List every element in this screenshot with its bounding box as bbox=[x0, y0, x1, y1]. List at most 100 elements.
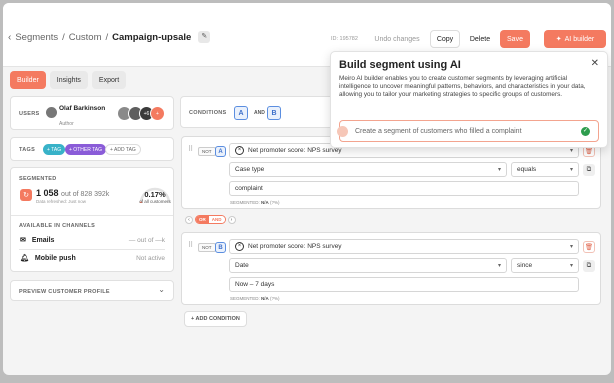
segmented-percent: (?%) bbox=[270, 200, 280, 205]
magic-wand-icon: ✦ bbox=[555, 36, 562, 43]
condition-b: ⠿ NOT B × Net promoter score: NPS survey… bbox=[181, 232, 601, 305]
ai-builder-button[interactable]: ✦ AI builder bbox=[544, 30, 606, 48]
clear-icon[interactable]: × bbox=[235, 146, 244, 155]
tab-builder[interactable]: Builder bbox=[10, 71, 46, 89]
condition-letter[interactable]: A bbox=[234, 106, 248, 120]
attribute-value: Net promoter score: NPS survey bbox=[248, 147, 342, 154]
not-toggle[interactable]: NOT bbox=[198, 243, 216, 252]
edit-title-icon[interactable]: ✎ bbox=[198, 31, 211, 43]
attribute-select[interactable]: × Net promoter score: NPS survey ▾ bbox=[229, 239, 579, 254]
field-select[interactable]: Case type ▾ bbox=[229, 162, 507, 177]
condition-value: Now – 7 days bbox=[235, 281, 275, 288]
view-tabs: Builder Insights Export bbox=[10, 71, 127, 89]
add-user-icon[interactable]: + bbox=[150, 106, 165, 121]
tab-export[interactable]: Export bbox=[91, 71, 127, 89]
users-label: USERS bbox=[19, 111, 40, 117]
save-button[interactable]: Save bbox=[500, 30, 530, 48]
segment-id: ID: 195782 bbox=[331, 36, 358, 42]
breadcrumb: ‹ Segments / Custom / Campaign-upsale ✎ bbox=[8, 31, 211, 43]
chevron-down-icon[interactable]: ⌄ bbox=[158, 285, 165, 294]
value-input[interactable]: Now – 7 days bbox=[229, 277, 579, 292]
email-icon: ✉ bbox=[20, 237, 26, 244]
delete-condition-icon[interactable]: 🗑︎ bbox=[583, 241, 595, 253]
divider bbox=[19, 249, 165, 250]
drag-handle-icon[interactable]: ⠿ bbox=[188, 145, 193, 153]
attribute-value: Net promoter score: NPS survey bbox=[248, 243, 342, 250]
breadcrumb-separator: / bbox=[62, 31, 65, 43]
operator-select[interactable]: since ▾ bbox=[511, 258, 579, 273]
preview-label: PREVIEW CUSTOMER PROFILE bbox=[19, 289, 110, 295]
channel-email-row: ✉ Emails bbox=[20, 236, 55, 245]
ai-prompt-text: Create a segment of customers who filled… bbox=[355, 128, 522, 135]
not-toggle[interactable]: NOT bbox=[198, 147, 216, 156]
segmented-count: 1 058 out of 828 392k bbox=[36, 188, 109, 198]
clear-icon[interactable]: × bbox=[235, 242, 244, 251]
users-card: USERS Olaf Barkinson Author +6 + bbox=[10, 96, 174, 130]
channel-name: Mobile push bbox=[34, 254, 76, 262]
condition-letter[interactable]: B bbox=[267, 106, 281, 120]
ai-builder-popup: Build segment using AI ✕ Meiro AI builde… bbox=[330, 51, 608, 148]
tag-badge[interactable]: + OTHER TAG bbox=[65, 144, 107, 155]
refresh-icon[interactable]: ↻ bbox=[20, 189, 32, 201]
chevron-down-icon: ▾ bbox=[569, 167, 573, 173]
segmented-percent: (?%) bbox=[270, 296, 280, 301]
ai-avatar-icon bbox=[337, 126, 348, 137]
field-select[interactable]: Date ▾ bbox=[229, 258, 507, 273]
tag-badge[interactable]: + TAG bbox=[43, 144, 66, 155]
close-icon[interactable]: ✕ bbox=[591, 58, 599, 69]
percentage-caption: of all customers bbox=[139, 199, 171, 204]
tab-insights[interactable]: Insights bbox=[49, 71, 88, 89]
channel-name: Emails bbox=[31, 236, 55, 244]
page-title: Campaign-upsale bbox=[112, 31, 192, 43]
segmented-caption: SEGMENTED: bbox=[230, 296, 260, 301]
undo-changes-button[interactable]: Undo changes bbox=[368, 30, 426, 48]
segmented-caption: SEGMENTED: bbox=[230, 200, 260, 205]
ai-builder-label: AI builder bbox=[564, 35, 595, 43]
channel-push-row: 🔔︎ Mobile push bbox=[20, 254, 76, 263]
copy-button[interactable]: Copy bbox=[430, 30, 460, 48]
check-icon[interactable]: ✓ bbox=[581, 127, 590, 136]
condition-letter: A bbox=[215, 146, 226, 157]
ai-prompt-input[interactable]: Create a segment of customers who filled… bbox=[337, 120, 599, 142]
chevron-down-icon: ▾ bbox=[497, 167, 501, 173]
or-and-toggle[interactable]: OR AND bbox=[195, 215, 226, 224]
breadcrumb-segments[interactable]: Segments bbox=[15, 32, 58, 43]
breadcrumb-separator: / bbox=[105, 31, 109, 43]
operator-value: since bbox=[517, 262, 533, 269]
app-window: ‹ Segments / Custom / Campaign-upsale ✎ … bbox=[3, 3, 611, 375]
and-operator: AND bbox=[254, 110, 265, 116]
segmented-label: SEGMENTED bbox=[19, 176, 57, 182]
segmented-total: out of 828 392k bbox=[61, 191, 110, 198]
condition-value: complaint bbox=[235, 185, 263, 192]
refresh-status: Data refreshed: Just now bbox=[36, 199, 87, 204]
preview-profile-card[interactable]: PREVIEW CUSTOMER PROFILE ⌄ bbox=[10, 280, 174, 301]
popup-description: Meiro AI builder enables you to create c… bbox=[339, 75, 586, 99]
copy-condition-icon[interactable]: ⧉ bbox=[583, 164, 595, 176]
tags-label: TAGS bbox=[19, 147, 36, 153]
value-input[interactable]: complaint bbox=[229, 181, 579, 196]
add-tag-button[interactable]: + ADD TAG bbox=[105, 144, 141, 155]
chevron-left-icon[interactable]: ‹ bbox=[185, 215, 193, 224]
copy-condition-icon[interactable]: ⧉ bbox=[583, 260, 595, 272]
chevron-down-icon: ▾ bbox=[569, 244, 573, 250]
chevron-down-icon: ▾ bbox=[569, 263, 573, 269]
user-avatars[interactable]: +6 + bbox=[117, 106, 165, 121]
breadcrumb-custom[interactable]: Custom bbox=[69, 32, 102, 43]
operator-select[interactable]: equals ▾ bbox=[511, 162, 579, 177]
drag-handle-icon[interactable]: ⠿ bbox=[188, 241, 193, 249]
and-option[interactable]: AND bbox=[208, 216, 225, 223]
segmented-value: N/A bbox=[261, 296, 269, 301]
bell-icon: 🔔︎ bbox=[20, 255, 29, 262]
conditions-label: CONDITIONS bbox=[189, 110, 227, 116]
channel-value: — out of —k bbox=[128, 237, 165, 244]
condition-segmented: SEGMENTED: N/A (?%) bbox=[230, 200, 280, 205]
popup-title: Build segment using AI bbox=[339, 59, 461, 71]
operator-value: equals bbox=[517, 166, 537, 173]
delete-button[interactable]: Delete bbox=[464, 30, 496, 48]
percentage-gauge: 0.17% of all customers bbox=[137, 181, 173, 207]
segmented-value: N/A bbox=[261, 200, 269, 205]
back-chevron-icon[interactable]: ‹ bbox=[8, 32, 11, 43]
add-condition-button[interactable]: + ADD CONDITION bbox=[184, 311, 247, 327]
chevron-right-icon[interactable]: › bbox=[227, 215, 236, 224]
or-option[interactable]: OR bbox=[196, 216, 209, 223]
